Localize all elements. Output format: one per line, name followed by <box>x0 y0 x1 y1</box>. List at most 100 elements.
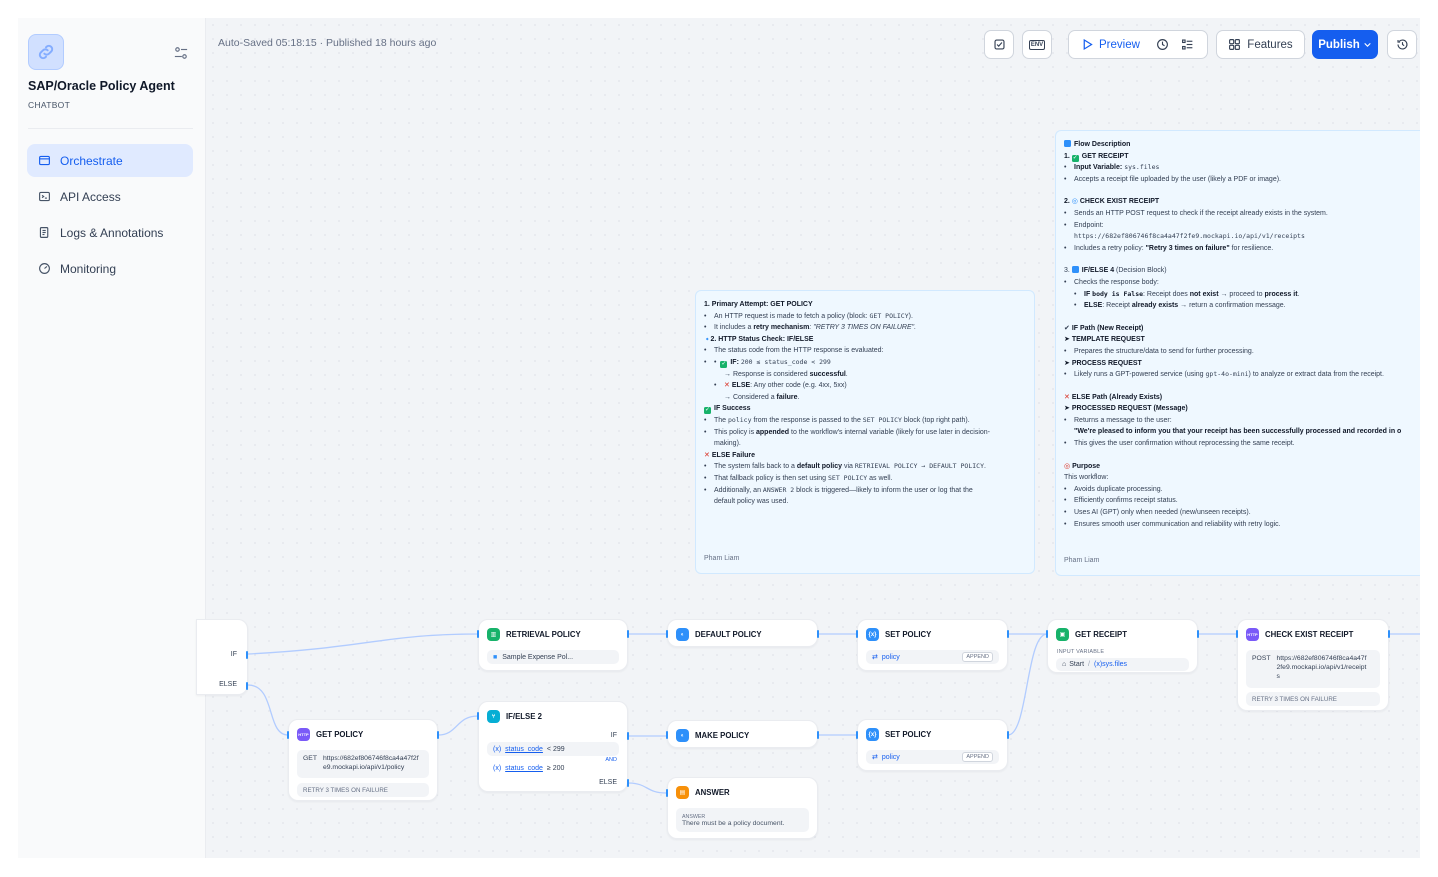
input-port[interactable] <box>477 630 479 638</box>
answer-icon: ▤ <box>676 786 689 799</box>
start-icon: ▣ <box>1056 628 1069 641</box>
node-ifelse-left[interactable]: IF ELSE <box>196 619 248 695</box>
input-variable-label: INPUT VARIABLE <box>1057 649 1105 655</box>
app-type: CHATBOT <box>28 100 71 110</box>
terminal-icon <box>39 191 50 202</box>
sidebar-item-label: Orchestrate <box>60 153 123 168</box>
variable-field[interactable]: ⇄ policy APPEND <box>866 750 999 764</box>
input-port[interactable] <box>666 731 668 739</box>
output-port[interactable] <box>1007 731 1009 739</box>
sidebar-item-monitoring[interactable]: Monitoring <box>27 252 193 285</box>
link-icon <box>38 44 54 60</box>
node-header: ◐ DEFAULT POLICY <box>676 628 762 641</box>
edge <box>1007 633 1048 736</box>
node-header: ⑂ IF/ELSE 2 <box>487 710 542 723</box>
edge <box>437 715 479 736</box>
input-port[interactable] <box>856 630 858 638</box>
sidebar-item-label: Logs & Annotations <box>60 225 164 240</box>
llm-icon: ◐ <box>676 729 689 742</box>
input-port[interactable] <box>477 712 479 720</box>
answer-field[interactable]: ANSWER There must be a policy document. <box>676 808 809 832</box>
node-get-policy[interactable]: HTTP GET POLICY GET https://682ef806746f8… <box>288 719 438 801</box>
branch-if-label: IF <box>610 732 617 739</box>
node-ifelse-2[interactable]: ⑂ IF/ELSE 2 IF (x) status_code < 299 AND (x… <box>478 701 628 792</box>
sidebar-item-orchestrate[interactable]: Orchestrate <box>27 144 193 177</box>
output-port[interactable] <box>1007 630 1009 638</box>
output-port[interactable] <box>627 732 629 740</box>
http-icon: HTTP <box>297 728 310 741</box>
retry-field: RETRY 3 TIMES ON FAILURE <box>297 783 429 797</box>
output-port[interactable] <box>817 731 819 739</box>
node-header: ▣ GET RECEIPT <box>1056 628 1127 641</box>
node-header: ▥ RETRIEVAL POLICY <box>487 628 581 641</box>
sidebar-item-label: API Access <box>60 189 121 204</box>
sidebar-nav: Orchestrate API Access Logs & Annotation… <box>27 144 193 288</box>
output-port[interactable] <box>627 630 629 638</box>
folder-icon: ■ <box>493 653 498 661</box>
node-header: {x} SET POLICY <box>866 728 931 741</box>
dashboard-icon <box>39 263 50 274</box>
sidebar-item-logs[interactable]: Logs & Annotations <box>27 216 193 249</box>
edge <box>627 782 667 794</box>
input-port[interactable] <box>287 731 289 739</box>
file-list-icon <box>39 227 49 238</box>
knowledge-field[interactable]: ■ Sample Expense Pol... <box>487 650 619 664</box>
workflow-canvas[interactable]: Auto-Saved 05:18:15 · Published 18 hours… <box>196 18 1420 858</box>
node-header: ▤ ANSWER <box>676 786 730 799</box>
condition-field[interactable]: (x) status_code < 299 <box>487 742 619 756</box>
node-set-policy-2[interactable]: {x} SET POLICY ⇄ policy APPEND <box>857 719 1008 771</box>
node-get-receipt[interactable]: ▣ GET RECEIPT INPUT VARIABLE ⌂ Start / (x) … <box>1047 619 1198 673</box>
sidebar-divider <box>28 128 193 129</box>
request-field[interactable]: POST https://682ef806746f8ca4a47f 2fe9.mo… <box>1246 650 1380 688</box>
input-variable-field[interactable]: ⌂ Start / (x) sys.files <box>1056 658 1189 671</box>
node-answer[interactable]: ▤ ANSWER ANSWER There must be a policy do… <box>667 777 818 839</box>
input-port[interactable] <box>856 731 858 739</box>
edge <box>247 684 289 736</box>
input-port[interactable] <box>1046 630 1048 638</box>
app-logo <box>28 34 64 70</box>
node-header: HTTP GET POLICY <box>297 728 364 741</box>
retry-field: RETRY 3 TIMES ON FAILURE <box>1246 692 1380 706</box>
output-port[interactable] <box>246 651 248 659</box>
output-port[interactable] <box>1197 630 1199 638</box>
variable-icon: {x} <box>866 628 879 641</box>
variable-field[interactable]: ⇄ policy APPEND <box>866 650 999 664</box>
sidebar-item-api-access[interactable]: API Access <box>27 180 193 213</box>
branch-if-label: IF <box>230 651 237 658</box>
app-frame: SAP/Oracle Policy Agent CHATBOT Orchestr… <box>18 18 1420 858</box>
window-icon <box>39 155 50 166</box>
condition-field[interactable]: (x) status_code ≥ 200 <box>487 761 619 775</box>
sidebar-item-label: Monitoring <box>60 261 117 276</box>
llm-icon: ◐ <box>676 628 689 641</box>
branch-else-label: ELSE <box>219 681 237 688</box>
home-icon: ⌂ <box>1062 661 1067 668</box>
request-field[interactable]: GET https://682ef806746f8ca4a47f2f e9.moc… <box>297 750 429 778</box>
append-badge: APPEND <box>962 752 993 762</box>
edge <box>247 633 479 655</box>
sidebar: SAP/Oracle Policy Agent CHATBOT Orchestr… <box>18 18 206 858</box>
book-icon: ▥ <box>487 628 500 641</box>
settings-sliders-icon[interactable] <box>174 46 188 60</box>
variable-icon: {x} <box>866 728 879 741</box>
node-header: {x} SET POLICY <box>866 628 931 641</box>
http-icon: HTTP <box>1246 628 1259 641</box>
input-port[interactable] <box>1236 630 1238 638</box>
node-retrieval-policy[interactable]: ▥ RETRIEVAL POLICY ■ Sample Expense Pol... <box>478 619 628 671</box>
output-port[interactable] <box>437 731 439 739</box>
variable-assign-icon: ⇄ <box>872 754 878 761</box>
node-set-policy-1[interactable]: {x} SET POLICY ⇄ policy APPEND <box>857 619 1008 671</box>
node-header: HTTP CHECK EXIST RECEIPT <box>1246 628 1354 641</box>
node-default-policy[interactable]: ◐ DEFAULT POLICY <box>667 619 818 647</box>
output-port[interactable] <box>627 779 629 787</box>
output-port[interactable] <box>246 682 248 690</box>
output-port[interactable] <box>817 630 819 638</box>
input-port[interactable] <box>666 630 668 638</box>
output-port[interactable] <box>1388 630 1390 638</box>
branch-else-label: ELSE <box>599 779 617 786</box>
node-make-policy[interactable]: ◐ MAKE POLICY <box>667 720 818 748</box>
node-check-exist-receipt[interactable]: HTTP CHECK EXIST RECEIPT POST https://682… <box>1237 619 1389 711</box>
variable-assign-icon: ⇄ <box>872 654 878 661</box>
append-badge: APPEND <box>962 652 993 662</box>
app-name: SAP/Oracle Policy Agent <box>28 79 175 93</box>
input-port[interactable] <box>666 789 668 797</box>
